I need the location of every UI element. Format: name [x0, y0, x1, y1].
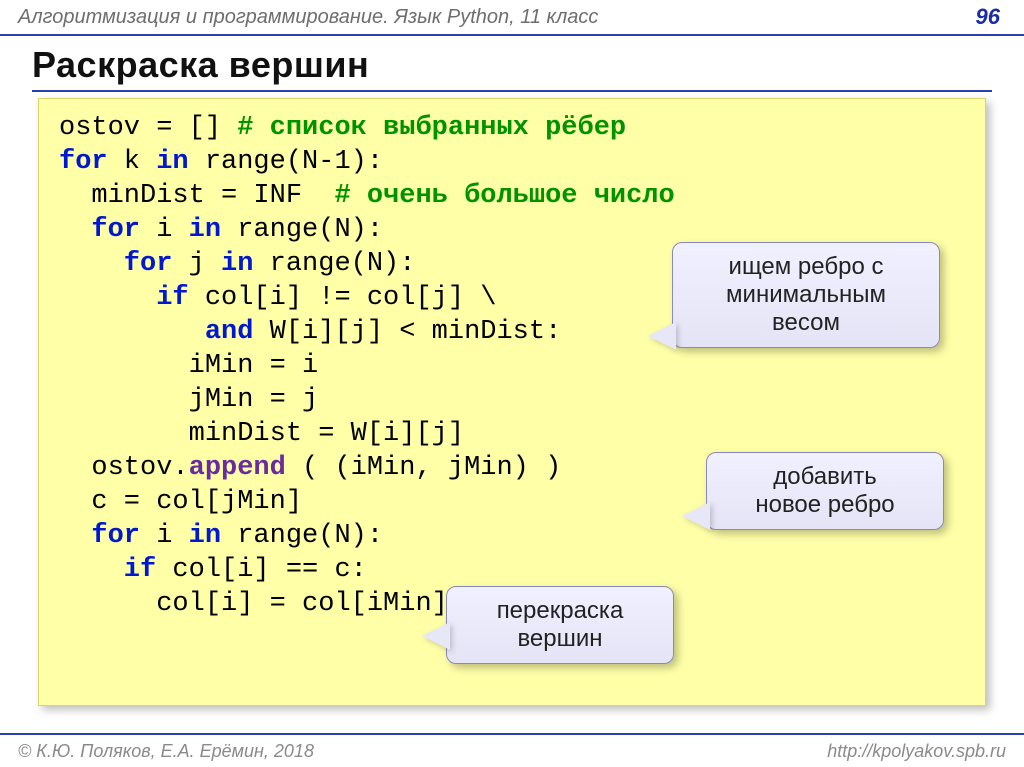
- code-text: col[i] == c:: [156, 555, 367, 585]
- code-text: i: [140, 215, 189, 245]
- code-text: range(N):: [221, 215, 383, 245]
- code-text: range(N-1):: [189, 147, 383, 177]
- callout-tail-icon: [648, 322, 676, 350]
- callout-minimal-edge: ищем ребро с минимальным весом: [672, 242, 940, 348]
- slide: Алгоритмизация и программирование. Язык …: [0, 0, 1024, 767]
- code-keyword: if: [59, 283, 189, 313]
- code-keyword: for: [59, 215, 140, 245]
- code-text: iMin = i: [59, 351, 318, 381]
- code-text: minDist = W[i][j]: [59, 419, 464, 449]
- code-keyword: and: [59, 317, 253, 347]
- code-comment: # список выбранных рёбер: [237, 113, 626, 143]
- code-text: c = col[jMin]: [59, 487, 302, 517]
- callout-add-edge: добавить новое ребро: [706, 452, 944, 530]
- code-keyword: for: [59, 521, 140, 551]
- code-keyword: in: [221, 249, 253, 279]
- callout-tail-icon: [682, 502, 710, 530]
- slide-heading: Раскраска вершин: [32, 44, 992, 92]
- code-text: ( (iMin, jMin) ): [286, 453, 561, 483]
- code-func: append: [189, 453, 286, 483]
- code-text: col[i] != col[j] \: [189, 283, 497, 313]
- callout-tail-icon: [422, 622, 450, 650]
- code-keyword: for: [59, 147, 108, 177]
- code-text: ostov = []: [59, 113, 237, 143]
- footer: © К.Ю. Поляков, Е.А. Ерёмин, 2018 http:/…: [0, 733, 1024, 767]
- footer-link: http://kpolyakov.spb.ru: [827, 741, 1006, 762]
- code-text: j: [172, 249, 221, 279]
- code-text: col[i] = col[iMin]: [59, 589, 448, 619]
- code-comment: # очень большое число: [334, 181, 674, 211]
- code-text: range(N):: [221, 521, 383, 551]
- code-text: minDist = INF: [59, 181, 334, 211]
- page-number: 96: [976, 4, 1006, 30]
- code-text: range(N):: [253, 249, 415, 279]
- course-title: Алгоритмизация и программирование. Язык …: [18, 6, 598, 29]
- code-text: jMin = j: [59, 385, 318, 415]
- code-keyword: in: [189, 215, 221, 245]
- callout-text: добавить новое ребро: [725, 463, 925, 519]
- code-text: i: [140, 521, 189, 551]
- topbar: Алгоритмизация и программирование. Язык …: [0, 0, 1024, 36]
- code-keyword: if: [59, 555, 156, 585]
- callout-text: ищем ребро с минимальным весом: [691, 253, 921, 337]
- code-keyword: for: [59, 249, 172, 279]
- copyright: © К.Ю. Поляков, Е.А. Ерёмин, 2018: [18, 741, 314, 762]
- code-text: W[i][j] < minDist:: [253, 317, 561, 347]
- code-text: k: [108, 147, 157, 177]
- code-keyword: in: [156, 147, 188, 177]
- code-block: ostov = [] # список выбранных рёбер for …: [59, 111, 965, 621]
- code-text: ostov.: [59, 453, 189, 483]
- callout-text: перекраска вершин: [465, 597, 655, 653]
- code-keyword: in: [189, 521, 221, 551]
- callout-recolor: перекраска вершин: [446, 586, 674, 664]
